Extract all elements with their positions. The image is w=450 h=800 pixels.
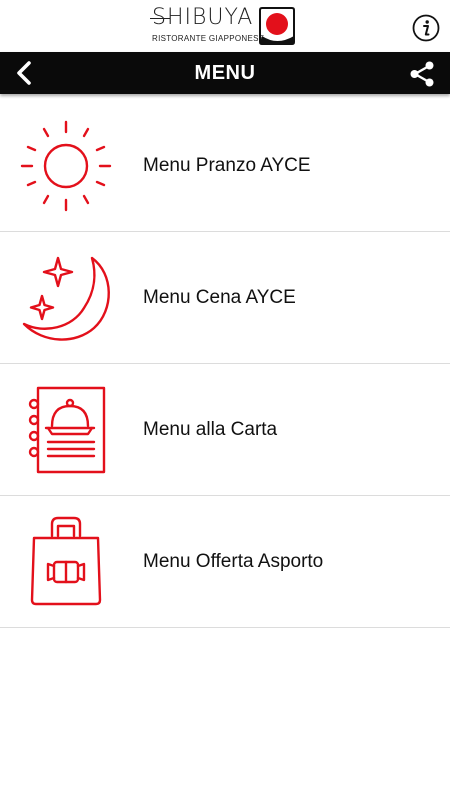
menu-item-alla-carta[interactable]: Menu alla Carta (0, 364, 450, 496)
share-icon[interactable] (408, 60, 436, 88)
sun-icon (20, 120, 112, 212)
page-title: MENU (194, 62, 256, 84)
menu-item-cena-ayce[interactable]: Menu Cena AYCE (0, 232, 450, 364)
menu-item-label: Menu alla Carta (143, 419, 278, 440)
logo-badge-icon (259, 7, 295, 45)
app-header: SHIBUYA RISTORANTE GIAPPONESE (0, 0, 450, 52)
moon-stars-icon (22, 256, 110, 341)
menu-list: Menu Pranzo AYCE Menu Cena AYCE Menu all… (0, 100, 450, 628)
logo-subtitle: RISTORANTE GIAPPONESE (152, 34, 265, 43)
logo-wordmark: SHIBUYA (152, 5, 254, 30)
menu-item-label: Menu Offerta Asporto (143, 551, 324, 572)
menu-item-label: Menu Pranzo AYCE (143, 155, 311, 176)
menu-book-icon (28, 386, 106, 474)
menu-item-offerta-asporto[interactable]: Menu Offerta Asporto (0, 496, 450, 628)
menu-item-pranzo-ayce[interactable]: Menu Pranzo AYCE (0, 100, 450, 232)
navigation-bar: MENU (0, 52, 450, 94)
takeaway-bag-icon (30, 516, 102, 606)
shibuya-logo: SHIBUYA RISTORANTE GIAPPONESE (150, 4, 300, 48)
info-icon[interactable] (412, 14, 440, 42)
menu-item-label: Menu Cena AYCE (143, 287, 296, 308)
